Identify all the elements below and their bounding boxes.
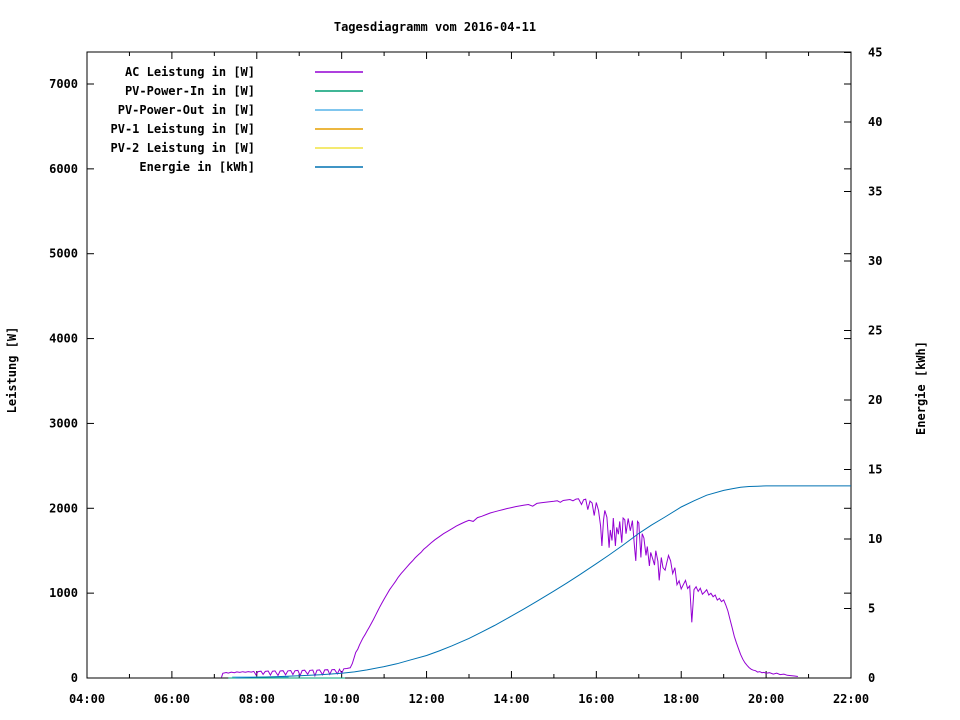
x-axis-tick-label: 18:00 xyxy=(663,692,699,706)
x-axis-tick-label: 12:00 xyxy=(408,692,444,706)
series-line-energie-in-kwh- xyxy=(236,486,851,678)
x-axis-tick-label: 10:00 xyxy=(324,692,360,706)
y-axis-tick-label: 6000 xyxy=(49,162,78,176)
tagesdiagramm-chart: 04:00 06:00 08:00 10:00 12:00 14:00 16:00 18:00… xyxy=(0,0,960,720)
gnuplot-day-chart-page: 04:00 06:00 08:00 10:00 12:00 14:00 16:00 18:00… xyxy=(0,0,960,720)
y2-axis-tick-label: 15 xyxy=(868,463,882,477)
y-axis-tick-label: 1000 xyxy=(49,586,78,600)
chart-title: Tagesdiagramm vom 2016-04-11 xyxy=(334,20,536,34)
y2-axis-tick-label: 0 xyxy=(868,671,875,685)
legend-entry-label: PV-1 Leistung in [W] xyxy=(111,122,256,136)
x-axis-tick-label: 04:00 xyxy=(69,692,105,706)
y-axis-tick-label: 2000 xyxy=(49,501,78,515)
x-axis-tick-label: 14:00 xyxy=(493,692,529,706)
y-axis-tick-label: 0 xyxy=(71,671,78,685)
legend-entry-label: PV-2 Leistung in [W] xyxy=(111,141,256,155)
y2-axis-tick-label: 20 xyxy=(868,393,882,407)
y2-axis-tick-label: 35 xyxy=(868,185,882,199)
legend-entry-label: PV-Power-Out in [W] xyxy=(118,103,255,117)
y-axis-tick-label: 5000 xyxy=(49,247,78,261)
x-axis-tick-label: 20:00 xyxy=(748,692,784,706)
y2-axis-tick-label: 25 xyxy=(868,324,882,338)
legend-entry-label: PV-Power-In in [W] xyxy=(125,84,255,98)
y-axis-tick-label: 4000 xyxy=(49,332,78,346)
y2-axis-label: Energie [kWh] xyxy=(914,341,928,435)
legend-entry-label: Energie in [kWh] xyxy=(139,160,255,174)
y-axis-label: Leistung [W] xyxy=(5,327,19,414)
x-axis-tick-label: 08:00 xyxy=(239,692,275,706)
y-axis-tick-label: 7000 xyxy=(49,77,78,91)
x-axis-tick-label: 16:00 xyxy=(578,692,614,706)
y2-axis-tick-label: 45 xyxy=(868,46,882,60)
y2-axis-tick-label: 5 xyxy=(868,602,875,616)
x-axis-tick-label: 22:00 xyxy=(833,692,869,706)
legend-entry-label: AC Leistung in [W] xyxy=(125,65,255,79)
series-line-ac-leistung-in-w- xyxy=(222,499,798,678)
y2-axis-tick-label: 30 xyxy=(868,254,882,268)
y2-axis-tick-label: 10 xyxy=(868,532,882,546)
y-axis-tick-label: 3000 xyxy=(49,416,78,430)
x-axis-tick-label: 06:00 xyxy=(154,692,190,706)
y2-axis-tick-label: 40 xyxy=(868,115,882,129)
